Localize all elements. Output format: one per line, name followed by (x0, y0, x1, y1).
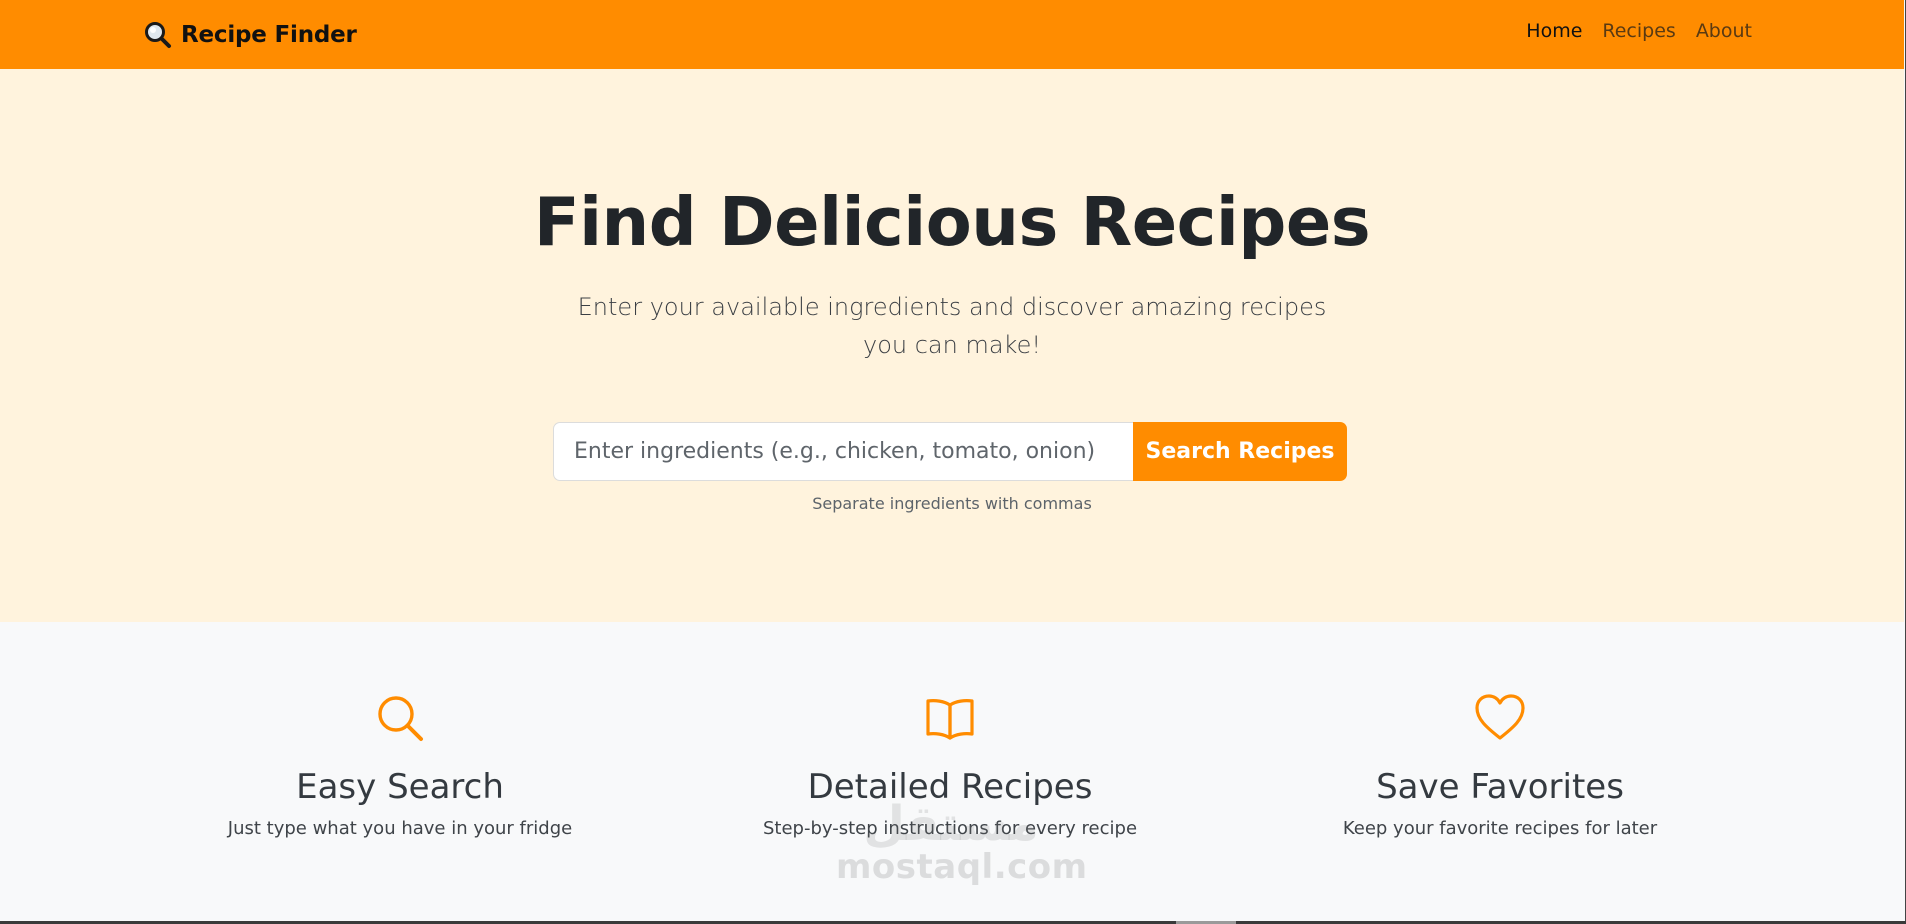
brand-name: Recipe Finder (181, 22, 357, 48)
feature-title: Easy Search (296, 767, 504, 807)
navbar: Recipe Finder Home Recipes About (0, 0, 1904, 70)
nav-link-home[interactable]: Home (1526, 20, 1582, 42)
search-recipes-button[interactable]: Search Recipes (1133, 422, 1347, 481)
hero-subtitle: Enter your available ingredients and dis… (577, 293, 1327, 359)
feature-detailed-recipes: Detailed Recipes Step-by-step instructio… (690, 692, 1210, 842)
search-icon (378, 696, 423, 741)
feature-easy-search: Easy Search Just type what you have in y… (140, 692, 660, 842)
nav-links: Home Recipes About (1526, 20, 1752, 42)
hero-title: Find Delicious Recipes (533, 183, 1371, 261)
page: Recipe Finder Home Recipes About Find De… (0, 0, 1906, 924)
features-section: Easy Search Just type what you have in y… (0, 622, 1904, 924)
search-help-text: Separate ingredients with commas (812, 494, 1092, 513)
feature-description: Step-by-step instructions for every reci… (762, 818, 1138, 839)
hero-section: Find Delicious Recipes Enter your availa… (0, 69, 1904, 622)
magnifying-glass-icon (143, 20, 173, 50)
brand-link[interactable]: Recipe Finder (143, 17, 357, 53)
feature-title: Save Favorites (1376, 767, 1624, 807)
feature-description: Keep your favorite recipes for later (1342, 818, 1658, 839)
book-icon (926, 699, 974, 740)
search-group: Search Recipes (553, 422, 1347, 481)
heart-icon (1475, 694, 1525, 740)
feature-title: Detailed Recipes (807, 767, 1093, 807)
feature-description: Just type what you have in your fridge (227, 818, 573, 839)
feature-save-favorites: Save Favorites Keep your favorite recipe… (1240, 692, 1760, 842)
nav-link-recipes[interactable]: Recipes (1602, 20, 1675, 42)
nav-link-about[interactable]: About (1696, 20, 1752, 42)
ingredients-search-input[interactable] (553, 422, 1133, 481)
